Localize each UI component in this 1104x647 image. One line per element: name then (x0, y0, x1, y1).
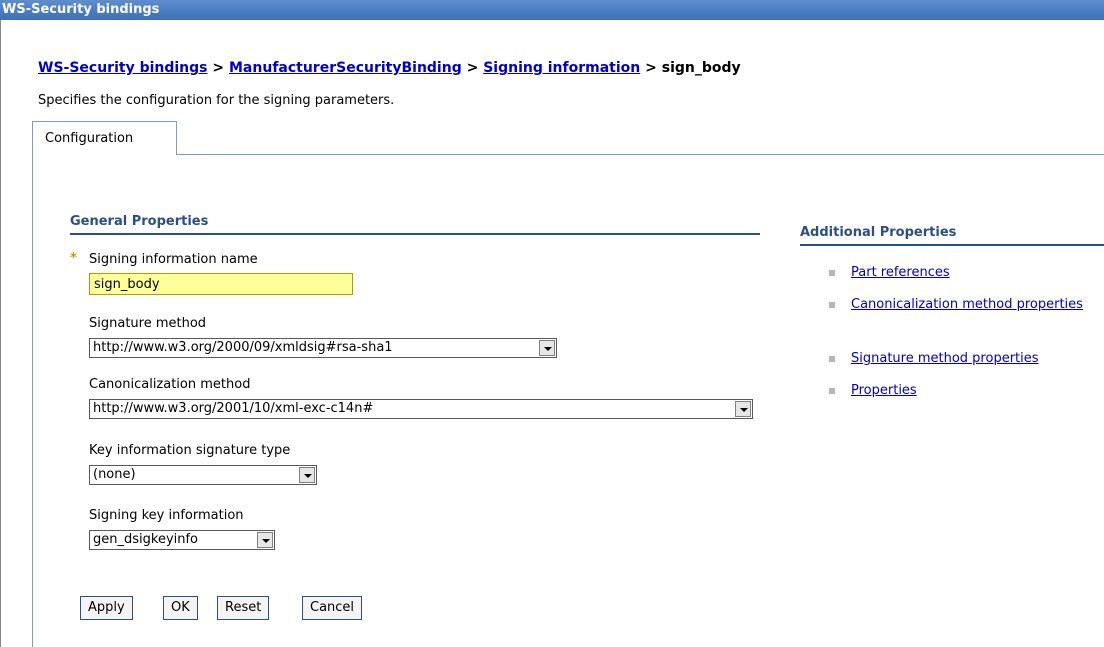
reset-button[interactable]: Reset (217, 596, 270, 620)
bullet-icon (829, 302, 835, 308)
signing-info-name-input[interactable] (89, 273, 353, 295)
ok-button[interactable]: OK (163, 596, 198, 620)
signing-key-info-label: Signing key information (89, 508, 244, 523)
key-info-signature-type-value: (none) (93, 467, 136, 482)
bullet-icon (829, 388, 835, 394)
general-properties-rule (70, 233, 760, 235)
breadcrumb: WS-Security bindings > ManufacturerSecur… (38, 60, 741, 76)
signature-method-label: Signature method (89, 316, 207, 331)
canonicalization-method-select[interactable]: http://www.w3.org/2001/10/xml-exc-c14n# (89, 399, 753, 419)
breadcrumb-link-signing-information[interactable]: Signing information (483, 60, 640, 76)
signature-method-value: http://www.w3.org/2000/09/xmldsig#rsa-sh… (93, 340, 393, 355)
breadcrumb-separator: > (212, 60, 225, 76)
canonicalization-method-value: http://www.w3.org/2001/10/xml-exc-c14n# (93, 401, 374, 416)
breadcrumb-separator: > (645, 60, 657, 76)
chevron-down-icon[interactable] (257, 532, 273, 548)
chevron-down-icon[interactable] (539, 340, 555, 356)
properties-link[interactable]: Properties (851, 382, 917, 399)
page-description: Specifies the configuration for the sign… (38, 93, 395, 108)
breadcrumb-link-ws-security-bindings[interactable]: WS-Security bindings (38, 60, 208, 76)
panel-border (32, 155, 33, 647)
window-title: WS-Security bindings (0, 0, 1104, 20)
canonicalization-method-properties-link[interactable]: Canonicalization method properties (851, 296, 1091, 313)
part-references-link[interactable]: Part references (851, 264, 950, 281)
tabstrip-divider (177, 154, 1104, 155)
breadcrumb-separator: > (466, 60, 479, 76)
key-info-signature-type-label: Key information signature type (89, 443, 291, 458)
bullet-icon (829, 270, 835, 276)
chevron-down-icon[interactable] (299, 467, 315, 483)
tab-configuration[interactable]: Configuration (32, 121, 177, 155)
bullet-icon (829, 356, 835, 362)
breadcrumb-current: sign_body (661, 60, 741, 76)
signing-key-info-value: gen_dsigkeyinfo (93, 532, 199, 547)
general-properties-title: General Properties (70, 214, 209, 229)
signature-method-select[interactable]: http://www.w3.org/2000/09/xmldsig#rsa-sh… (89, 338, 557, 358)
signing-key-info-select[interactable]: gen_dsigkeyinfo (89, 530, 275, 550)
signature-method-properties-link[interactable]: Signature method properties (851, 350, 1039, 367)
key-info-signature-type-select[interactable]: (none) (89, 465, 317, 485)
cancel-button[interactable]: Cancel (302, 596, 363, 620)
signing-info-name-label: Signing information name (89, 252, 258, 267)
breadcrumb-link-manufacturer-binding[interactable]: ManufacturerSecurityBinding (229, 60, 462, 76)
apply-button[interactable]: Apply (80, 596, 133, 620)
required-indicator: * (70, 251, 77, 266)
additional-properties-rule (800, 244, 1104, 246)
chevron-down-icon[interactable] (735, 401, 751, 417)
canonicalization-method-label: Canonicalization method (89, 377, 251, 392)
tab-configuration-label: Configuration (45, 131, 134, 146)
additional-properties-title: Additional Properties (800, 225, 957, 240)
